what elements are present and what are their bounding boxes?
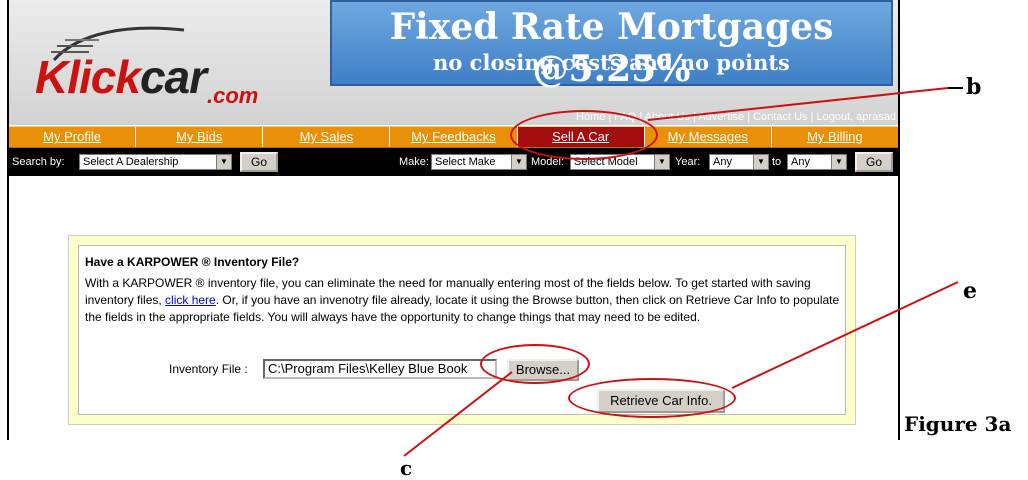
callout-label-e: e	[963, 278, 977, 304]
callout-label-c: c	[400, 456, 413, 480]
callout-line-e	[731, 281, 959, 389]
callout-line-c	[403, 371, 513, 457]
figure-label: Figure 3a	[904, 412, 1012, 436]
callout-lines	[403, 87, 963, 457]
callout-label-b: b	[966, 74, 982, 100]
callout-line-b	[647, 87, 949, 121]
